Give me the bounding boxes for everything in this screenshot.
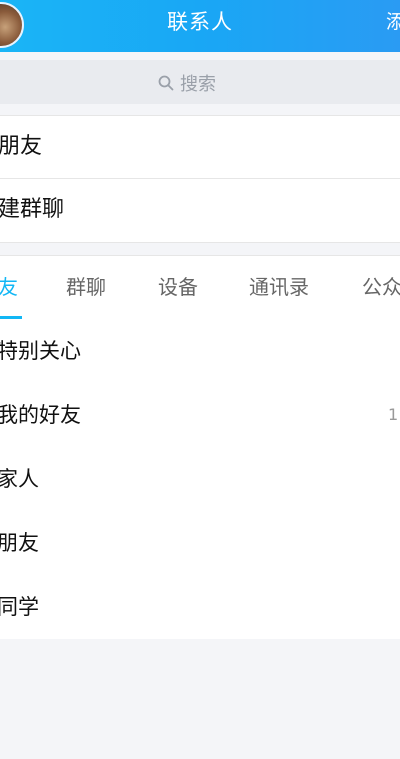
contact-tabs: 友 群聊 设备 通讯录 公众: [0, 255, 400, 320]
app-header: 联系人 添: [0, 0, 400, 52]
group-row-my-friends[interactable]: 我的好友 1: [0, 383, 400, 447]
search-area: 搜索: [0, 52, 400, 112]
search-icon: [158, 75, 174, 91]
search-placeholder: 搜索: [180, 74, 216, 95]
group-row-classmates[interactable]: 同学: [0, 575, 400, 639]
search-placeholder-group: 搜索: [158, 72, 216, 95]
create-group-chat-label: 建群聊: [0, 197, 65, 222]
page-title: 联系人: [167, 10, 233, 34]
add-contact-button[interactable]: 添: [386, 0, 400, 44]
tab-public-accounts[interactable]: 公众: [362, 256, 400, 319]
new-friends-row[interactable]: 朋友: [0, 116, 400, 179]
create-group-chat-row[interactable]: 建群聊: [0, 179, 400, 241]
tab-friends[interactable]: 友: [0, 256, 18, 319]
group-count: 1: [388, 405, 399, 424]
group-label: 朋友: [0, 531, 39, 555]
tab-address-book[interactable]: 通讯录: [249, 256, 309, 319]
group-row-family[interactable]: 家人: [0, 447, 400, 511]
friend-groups-list: 特别关心 我的好友 1 家人 朋友 同学: [0, 319, 400, 639]
quick-actions: 朋友 建群聊: [0, 115, 400, 243]
group-label: 同学: [0, 595, 39, 619]
group-row-friends[interactable]: 朋友: [0, 511, 400, 575]
new-friends-label: 朋友: [0, 134, 43, 159]
tab-groups[interactable]: 群聊: [66, 256, 106, 319]
search-input[interactable]: 搜索: [0, 60, 400, 104]
group-label: 特别关心: [0, 339, 81, 363]
group-row-special-care[interactable]: 特别关心: [0, 319, 400, 383]
group-label: 家人: [0, 467, 39, 491]
group-label: 我的好友: [0, 403, 81, 427]
tab-devices[interactable]: 设备: [158, 256, 198, 319]
